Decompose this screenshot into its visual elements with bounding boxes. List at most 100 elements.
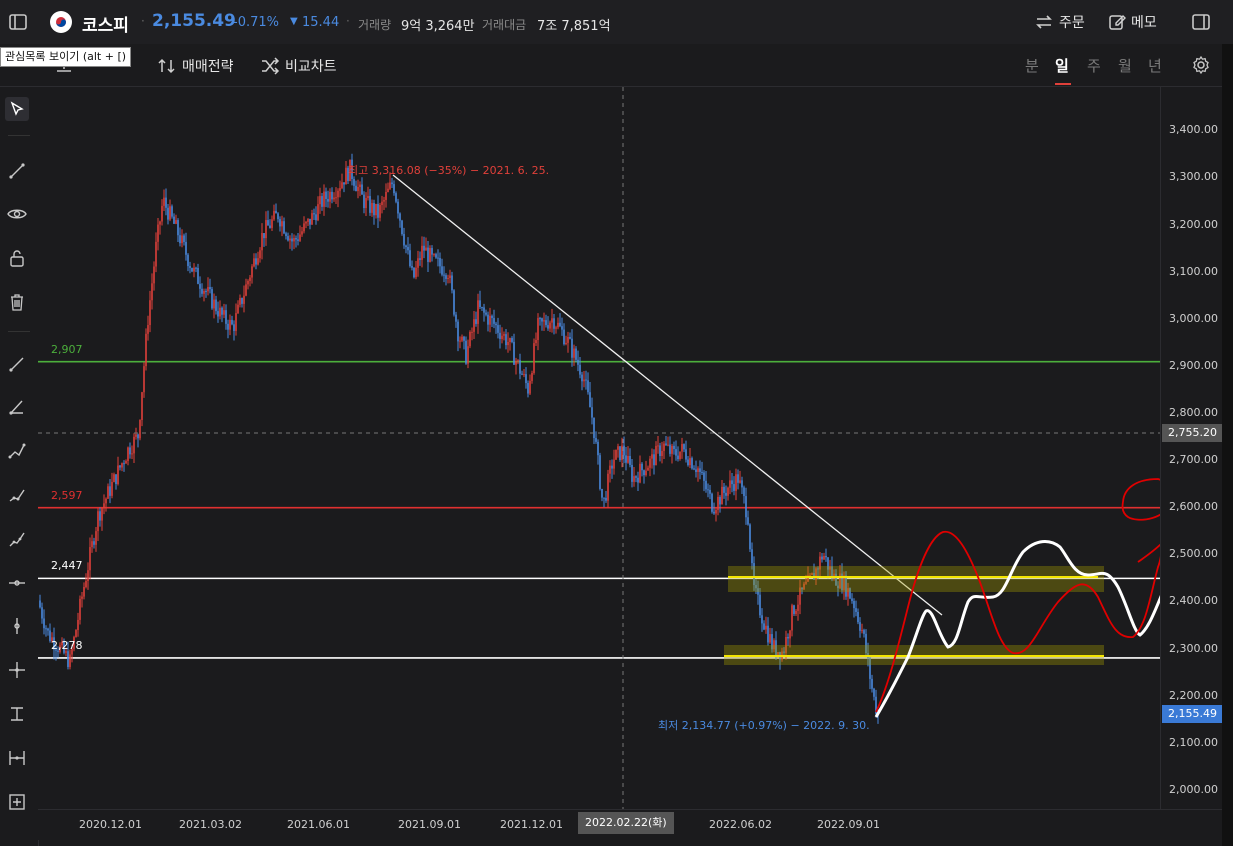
settings-gear-icon[interactable]	[1189, 53, 1213, 77]
candle-body	[523, 374, 525, 376]
candle-body	[381, 201, 383, 205]
candle-body	[697, 468, 699, 473]
candle-body	[539, 318, 541, 320]
candle-body	[119, 465, 121, 468]
horizontal-line-icon[interactable]	[5, 571, 29, 595]
y-tick: 2,000.00	[1169, 783, 1218, 796]
crosshair-price-tag: 2,755.20	[1162, 424, 1222, 442]
candle-body	[437, 257, 439, 259]
candle-body	[141, 392, 143, 420]
candle-body	[45, 628, 47, 630]
channel-icon[interactable]	[5, 527, 29, 551]
candle-body	[715, 509, 717, 514]
timeframe-minute[interactable]: 분	[1025, 55, 1039, 76]
candle-body	[383, 199, 385, 202]
candle-body	[477, 300, 479, 324]
timeframe-day[interactable]: 일	[1055, 55, 1069, 76]
cursor-icon[interactable]	[5, 97, 29, 121]
candle-body	[857, 611, 859, 623]
candle-body	[635, 476, 637, 478]
candle-body	[365, 198, 367, 209]
candle-body	[181, 235, 183, 244]
top-bar: 코스피 · 2,155.49 -0.71% ▼ 15.44 · 거래량 9억 3…	[0, 0, 1233, 45]
compare-label: 비교차트	[285, 59, 337, 75]
candle-body	[461, 336, 463, 341]
candle-body	[541, 318, 543, 322]
multi-line-icon[interactable]	[5, 483, 29, 507]
chart-canvas[interactable]: 최고 3,316.08 (−35%) − 2021. 6. 25. 최저 2,1…	[38, 87, 1160, 809]
candle-body	[277, 213, 279, 220]
candle-body	[579, 364, 581, 375]
candle-body	[159, 221, 161, 225]
time-axis[interactable]: 2020.12.01 2021.03.02 2021.06.01 2021.09…	[38, 809, 1222, 840]
candle-body	[739, 480, 741, 483]
candle-body	[249, 277, 251, 281]
candle-body	[465, 340, 467, 364]
candle-body	[153, 266, 155, 284]
timeframe-month[interactable]: 월	[1118, 55, 1132, 76]
compare-button[interactable]: 비교차트	[260, 54, 337, 78]
y-tick: 2,600.00	[1169, 500, 1218, 513]
eye-icon[interactable]	[5, 202, 29, 226]
x-tick: 2022.09.01	[817, 818, 880, 831]
add-icon[interactable]	[5, 790, 29, 814]
candle-body	[735, 474, 737, 491]
candle-body	[787, 636, 789, 639]
candle-body	[861, 630, 863, 632]
unlock-icon[interactable]	[5, 246, 29, 270]
price-chart[interactable]: 최고 3,316.08 (−35%) − 2021. 6. 25. 최저 2,1…	[38, 87, 1160, 809]
trash-icon[interactable]	[5, 290, 29, 314]
candle-body	[429, 248, 431, 262]
candle-body	[617, 446, 619, 450]
candle-body	[87, 570, 89, 581]
candle-body	[467, 346, 469, 364]
candle-body	[543, 320, 545, 322]
right-panel-toggle-icon[interactable]	[1189, 10, 1213, 34]
measure-icon[interactable]	[5, 746, 29, 770]
candle-body	[593, 417, 595, 439]
candle-body	[187, 254, 189, 267]
x-tick: 2021.06.01	[287, 818, 350, 831]
trendline-icon[interactable]	[5, 159, 29, 183]
candle-body	[229, 319, 231, 330]
candle-body	[501, 335, 503, 339]
sidebar-toggle-icon[interactable]	[6, 10, 30, 34]
text-icon[interactable]	[5, 702, 29, 726]
y-tick: 3,300.00	[1169, 170, 1218, 183]
order-button[interactable]: 주문	[1034, 10, 1085, 34]
candle-body	[425, 247, 427, 251]
candle-body	[487, 314, 489, 325]
crosshair-icon[interactable]	[5, 658, 29, 682]
crosshair-date-tag: 2022.02.22(화)	[578, 812, 674, 834]
candle-body	[217, 311, 219, 317]
candle-body	[587, 380, 589, 393]
candle-body	[101, 508, 103, 521]
timeframe-year[interactable]: 년	[1148, 55, 1162, 76]
candle-body	[745, 496, 747, 518]
candle-body	[505, 334, 507, 346]
timeframe-week[interactable]: 주	[1087, 55, 1101, 76]
candle-body	[127, 447, 129, 462]
memo-button[interactable]: 메모	[1108, 10, 1157, 34]
candle-body	[571, 338, 573, 358]
candle-body	[293, 238, 295, 242]
price-axis[interactable]: 3,400.00 3,300.00 3,200.00 3,100.00 3,00…	[1160, 87, 1223, 809]
candle-body	[161, 205, 163, 222]
ray-icon[interactable]	[5, 352, 29, 376]
polyline-icon[interactable]	[5, 439, 29, 463]
candle-body	[759, 594, 761, 616]
candle-body	[511, 338, 513, 342]
index-name[interactable]: 코스피	[82, 11, 129, 36]
candle-body	[281, 221, 283, 227]
candle-body	[43, 618, 45, 629]
level-label-2597: 2,597	[51, 489, 83, 502]
window-edge	[1222, 44, 1233, 846]
vertical-line-icon[interactable]	[5, 614, 29, 638]
angle-icon[interactable]	[5, 395, 29, 419]
candle-body	[643, 470, 645, 476]
y-tick: 2,100.00	[1169, 736, 1218, 749]
candle-body	[559, 322, 561, 327]
strategy-button[interactable]: 매매전략	[157, 54, 234, 78]
level-label-2278: 2,278	[51, 639, 83, 652]
candle-body	[741, 480, 743, 488]
